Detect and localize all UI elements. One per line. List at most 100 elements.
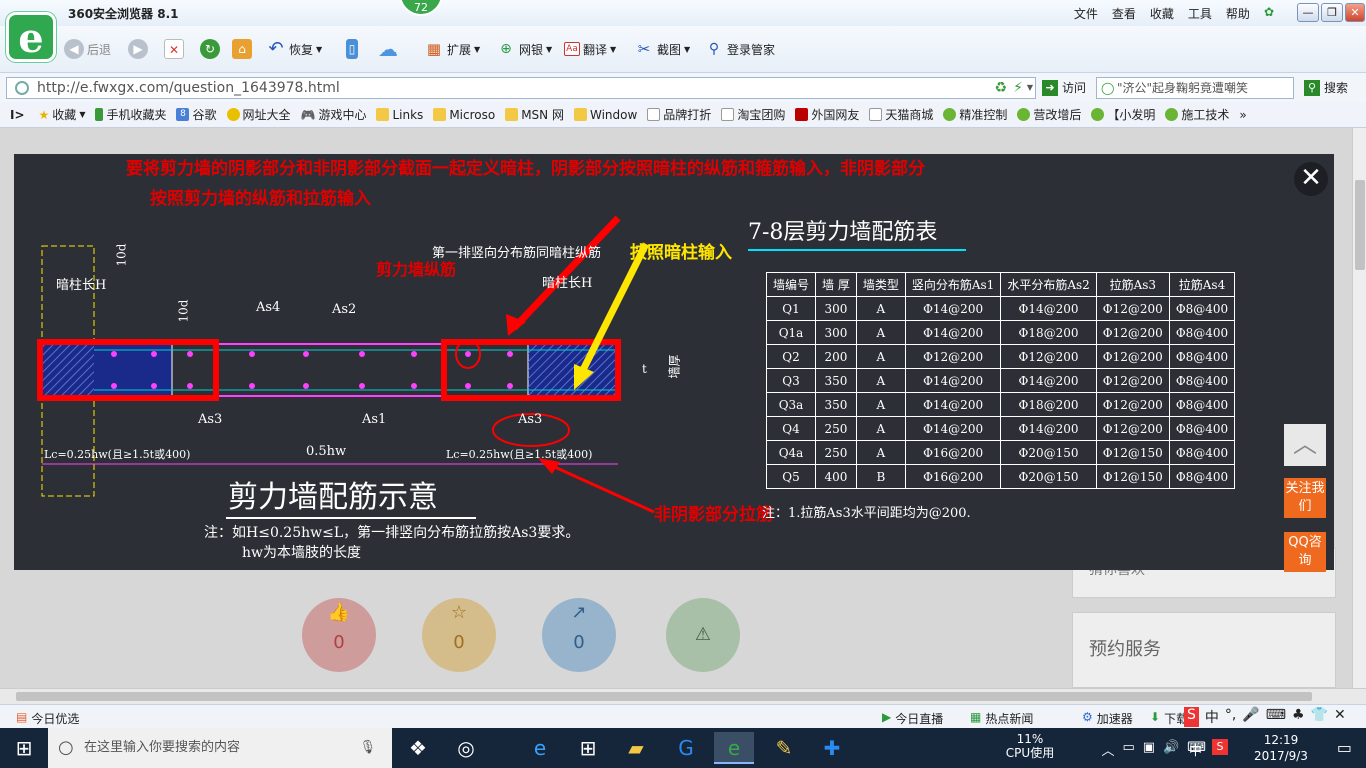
horizontal-scroll-thumb[interactable] [16, 692, 1312, 701]
back-button[interactable]: ◀ 后退 [64, 37, 111, 61]
cpu-monitor[interactable]: 11% CPU使用 [1000, 732, 1060, 760]
more-bookmarks-icon[interactable]: » [1239, 108, 1246, 122]
bookmark-folder[interactable]: Links [376, 108, 423, 122]
bookmark-favorites[interactable]: ★ 收藏 ▼ [39, 106, 86, 123]
notification-badge[interactable]: 72 [399, 0, 443, 16]
bookmark-item[interactable]: 施工技术 [1165, 106, 1229, 123]
translate-button[interactable]: Aa 翻译 ▼ [564, 37, 616, 61]
download-button[interactable]: ⬇ 下载 [1150, 710, 1188, 727]
browser-logo[interactable]: e [6, 12, 56, 62]
sogou-icon[interactable]: S [1212, 739, 1228, 755]
mic-icon[interactable]: 🎙 [359, 728, 376, 768]
bookmark-item[interactable]: 天猫商城 [869, 106, 933, 123]
bookmark-item[interactable]: 【小发明 [1091, 106, 1155, 123]
like-button[interactable]: 👍 0 [302, 598, 376, 672]
stop-button[interactable]: ✕ [164, 37, 184, 61]
search-icon: ⚲ [1304, 79, 1320, 96]
table-cell: Φ12@200 [1095, 320, 1170, 345]
cloud-button[interactable]: ☁ [378, 37, 398, 61]
bank-button[interactable]: ⊕ 网银 ▼ [496, 37, 552, 61]
footnote-2: hw为本墙肢的长度 [242, 545, 361, 561]
ime-toolbar[interactable]: S 中 °, 🎤 ⌨ ♣ 👕 ✕ [1184, 707, 1346, 727]
vertical-scroll-thumb[interactable] [1355, 180, 1365, 270]
settings-app[interactable]: ◎ [446, 732, 486, 764]
bookmark-item[interactable]: 淘宝团购 [721, 106, 785, 123]
recycle-icon[interactable]: ♻ [994, 78, 1007, 98]
visit-button[interactable]: ➜ 访问 [1042, 79, 1086, 96]
qq-consult-button[interactable]: QQ咨询 [1284, 532, 1326, 572]
store-app[interactable]: ⊞ [568, 732, 608, 764]
page-icon [721, 108, 735, 121]
warning-icon: ⚠ [694, 624, 712, 645]
back-to-top-button[interactable]: ︿ [1284, 424, 1326, 466]
browser-app[interactable]: e [714, 732, 754, 764]
explorer-app[interactable]: ▰ [616, 732, 656, 764]
th-as1: 竖向分布筋As1 [904, 272, 1002, 297]
vertical-scrollbar[interactable] [1352, 128, 1366, 688]
bookmark-folder[interactable]: Microso [433, 108, 495, 122]
table-cell: 200 [815, 344, 857, 369]
horizontal-scrollbar[interactable] [0, 688, 1366, 704]
bookmark-folder[interactable]: Window [573, 108, 637, 122]
ime-indicator[interactable]: 中 [1189, 740, 1202, 759]
menu-favorites[interactable]: 收藏 [1150, 5, 1174, 22]
screenshot-button[interactable]: ✂ 截图 ▼ [634, 37, 690, 61]
login-manager-button[interactable]: ⚲ 登录管家 [704, 37, 775, 61]
maximize-button[interactable]: ❐ [1321, 3, 1343, 22]
bookmark-item[interactable]: 🎮 游戏中心 [301, 106, 367, 123]
url-input[interactable]: http://e.fwxgx.com/question_1643978.html… [6, 77, 1036, 99]
taskview-app[interactable]: ❖ [398, 732, 438, 764]
bookmark-item[interactable]: 外国网友 [795, 106, 859, 123]
skin-icon[interactable]: ✿ [1264, 5, 1274, 22]
notification-icon[interactable]: ▭ [1337, 738, 1352, 757]
star-icon: ☆ [450, 602, 468, 623]
follow-us-button[interactable]: 关注我们 [1284, 478, 1326, 518]
notes-app[interactable]: ✎ [764, 732, 804, 764]
restore-button[interactable]: ↶ 恢复 ▼ [266, 37, 322, 61]
bookmark-item[interactable]: 手机收藏夹 [95, 106, 166, 123]
sidebar-toggle-icon[interactable]: I> [10, 108, 25, 122]
g-app[interactable]: G [666, 732, 706, 764]
share-icon: ↗ [571, 602, 587, 623]
extend-button[interactable]: ▦ 扩展 ▼ [424, 37, 480, 61]
taskbar-search[interactable]: ○ 在这里输入你要搜索的内容 🎙 [48, 728, 392, 768]
table-title: 7-8层剪力墙配筋表 [748, 220, 938, 245]
menu-view[interactable]: 查看 [1112, 5, 1136, 22]
hot-news-button[interactable]: ▦ 热点新闻 [970, 710, 1033, 727]
bookmark-item[interactable]: 网址大全 [226, 106, 291, 123]
home-button[interactable]: ⌂ [232, 37, 252, 61]
forward-button[interactable]: ▶ [128, 37, 148, 61]
gamepad-icon: 🎮 [300, 107, 316, 122]
image-lightbox: 要将剪力墙的阴影部分和非阴影部分截面一起定义暗柱，阴影部分按照暗柱的纵筋和箍筋输… [14, 154, 1334, 570]
wechat-icon [1165, 108, 1179, 121]
bookmark-item[interactable]: 营改增后 [1017, 106, 1081, 123]
start-button[interactable]: ⊞ [4, 732, 44, 764]
phone-button[interactable]: ▯ [346, 37, 358, 61]
favorite-button[interactable]: ☆ 0 [422, 598, 496, 672]
today-picks[interactable]: ▤ 今日优选 [16, 710, 79, 727]
clock[interactable]: 12:19 2017/9/3 [1246, 732, 1316, 764]
menu-file[interactable]: 文件 [1074, 5, 1098, 22]
bookmark-item[interactable]: 8 谷歌 [176, 106, 217, 123]
search-button[interactable]: ⚲ 搜索 [1304, 79, 1348, 96]
refresh-button[interactable]: ↻ [200, 37, 220, 61]
table-cell: Φ12@200 [1095, 416, 1170, 441]
plus-app[interactable]: ✚ [812, 732, 852, 764]
menu-tools[interactable]: 工具 [1188, 5, 1212, 22]
bookmark-item[interactable]: 精准控制 [943, 106, 1007, 123]
lightning-icon[interactable]: ⚡ [1013, 78, 1023, 98]
live-button[interactable]: ▶ 今日直播 [882, 710, 943, 727]
share-button[interactable]: ↗ 0 [542, 598, 616, 672]
bookmark-folder[interactable]: MSN 网 [505, 106, 564, 123]
chevron-down-icon[interactable]: ▼ [1027, 78, 1033, 98]
menu-help[interactable]: 帮助 [1226, 5, 1250, 22]
search-input[interactable]: ◯ "济公"起身鞠躬竟遭嘲笑 [1096, 77, 1294, 99]
stop-icon: ✕ [164, 39, 184, 59]
bookmark-item[interactable]: 品牌打折 [647, 106, 711, 123]
report-button[interactable]: ⚠ [666, 598, 740, 672]
accelerator-button[interactable]: ⚙ 加速器 [1082, 710, 1133, 727]
close-window-button[interactable]: ✕ [1345, 3, 1365, 22]
edge-app[interactable]: e [520, 732, 560, 764]
minimize-button[interactable]: — [1297, 3, 1319, 22]
close-lightbox-button[interactable]: ✕ [1294, 162, 1328, 196]
